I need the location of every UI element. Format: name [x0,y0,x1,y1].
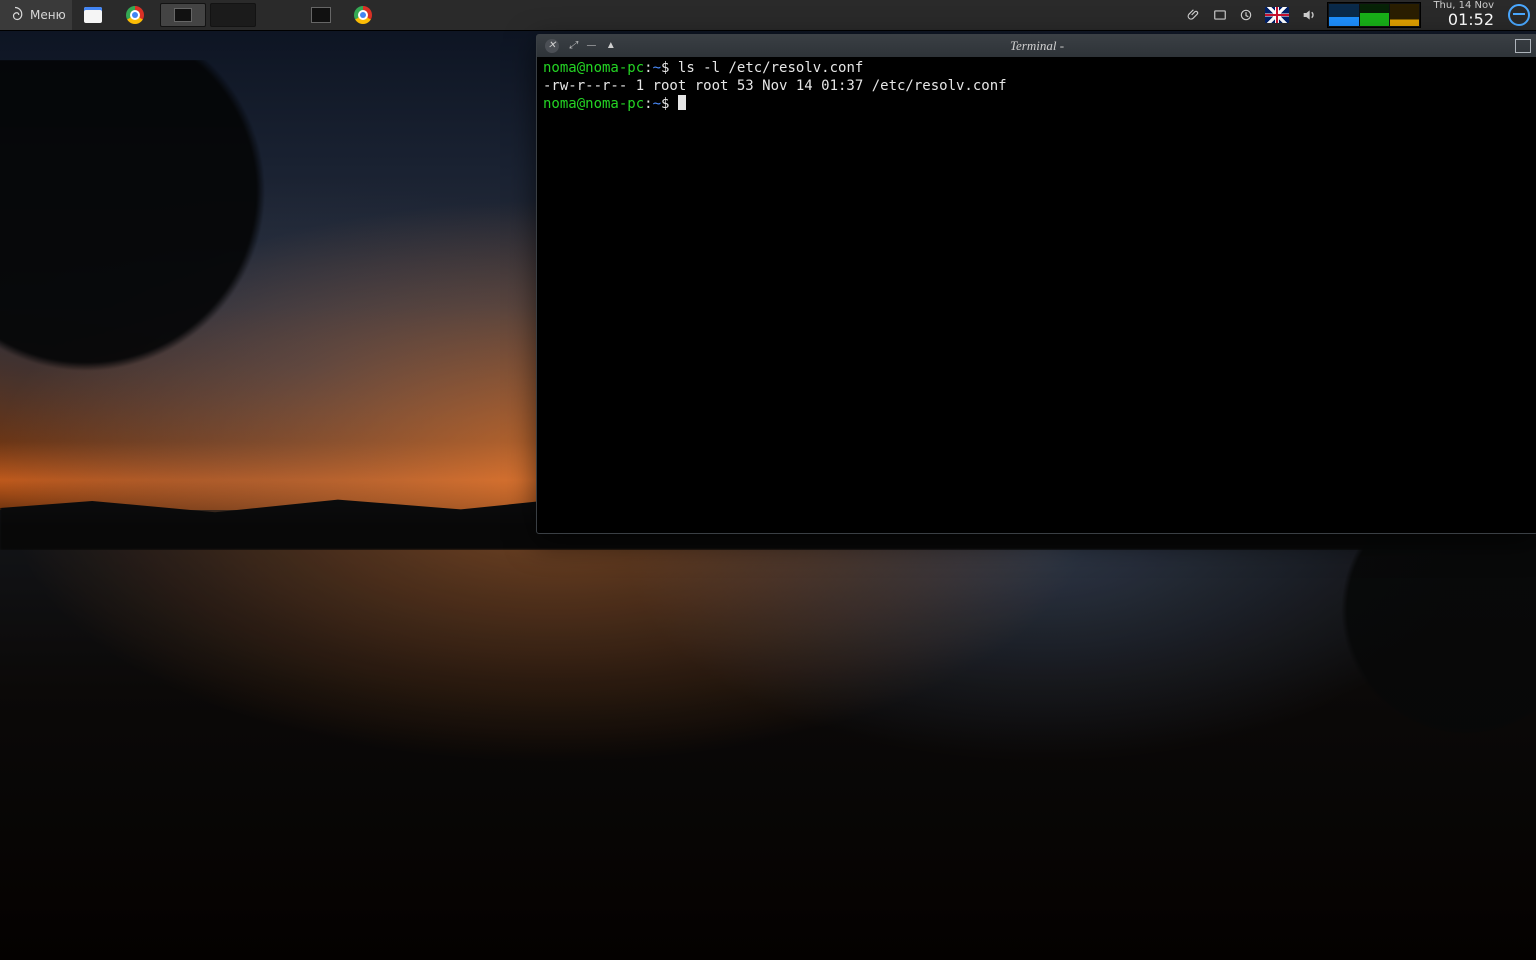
panel-launcher-chrome-2[interactable] [342,0,384,30]
workspace-icon [1213,8,1227,22]
sysmon-graph [1327,2,1421,28]
clock[interactable]: Thu, 14 Nov 01:52 [1425,0,1502,32]
window-shade-button[interactable]: ▲ [606,41,616,51]
tray-updates[interactable] [1233,0,1259,30]
window-title: Terminal - [537,38,1536,54]
window-close-button[interactable]: ✕ [545,39,559,53]
tray-session[interactable] [1502,0,1536,30]
window-expand-button[interactable]: ⤢ [569,41,577,51]
files-icon [84,7,102,23]
terminal-window[interactable]: ✕ ⤢ — ▲ Terminal - noma@noma-pc:~$ ls -l… [536,34,1536,534]
task-terminal[interactable] [160,3,206,27]
window-titlebar[interactable]: ✕ ⤢ — ▲ Terminal - [537,35,1536,57]
window-minimize-button[interactable]: — [587,41,596,51]
top-panel: Меню Thu, 14 Nov [0,0,1536,30]
launcher-files[interactable] [72,0,114,30]
panel-launcher-terminal[interactable] [300,0,342,30]
paperclip-icon [1187,8,1201,22]
wallpaper-water [0,510,1536,960]
session-icon [1508,4,1530,26]
clock-time: 01:52 [1433,12,1494,29]
terminal-thumb-icon [174,8,192,22]
tray-volume[interactable] [1295,0,1323,30]
applications-menu[interactable]: Меню [0,0,72,30]
tray-system-monitor[interactable] [1323,0,1425,30]
tray-workspace[interactable] [1207,0,1233,30]
debian-swirl-icon [6,6,24,24]
volume-icon [1301,7,1317,23]
tray-attach[interactable] [1181,0,1207,30]
tray-keyboard-layout[interactable] [1259,0,1295,30]
chrome-icon [126,6,144,24]
terminal-output[interactable]: noma@noma-pc:~$ ls -l /etc/resolv.conf -… [537,57,1536,533]
chrome-icon [354,6,372,24]
task-empty[interactable] [210,3,256,27]
taskbar [156,0,260,30]
launcher-chrome[interactable] [114,0,156,30]
menu-label: Меню [30,8,66,22]
uk-flag-icon [1265,7,1289,23]
terminal-icon [311,7,331,23]
updates-icon [1239,8,1253,22]
window-maximize-button[interactable] [1515,39,1531,53]
